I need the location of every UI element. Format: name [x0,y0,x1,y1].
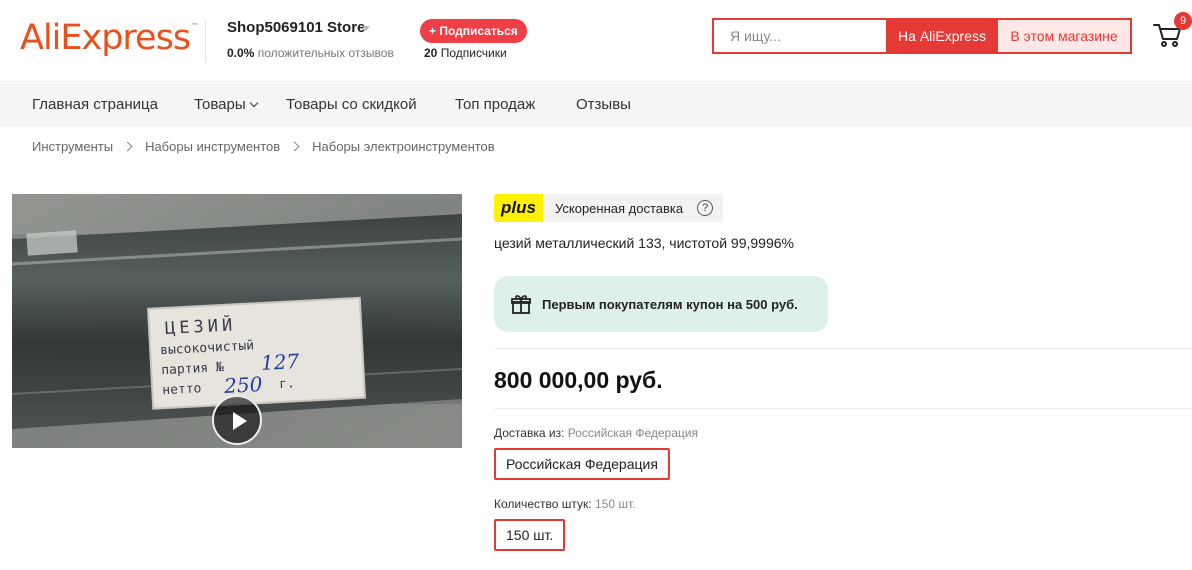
quantity-label: Количество штук: 150 шт. [494,497,636,511]
chevron-down-icon [249,98,258,108]
plus-delivery-badge: plus Ускоренная доставка ? [494,194,724,222]
coupon-banner[interactable]: Первым покупателям купон на 500 руб. [494,276,828,332]
divider [494,408,1192,409]
chevron-down-icon[interactable] [362,26,370,31]
coupon-text: Первым покупателям купон на 500 руб. [542,296,798,312]
cart-count-badge: 9 [1174,12,1192,30]
search-store-button[interactable]: В этом магазине [998,20,1130,52]
store-nav: Главная страница Товары Товары со скидко… [0,83,1192,127]
photo-handwritten-batch: 127 [260,349,300,375]
header-divider [205,20,206,62]
delivery-label: Ускоренная доставка [555,200,684,216]
product-price: 800 000,00 руб. [494,367,663,393]
ship-from-option[interactable]: Российская Федерация [494,448,670,480]
gift-icon [511,295,531,314]
plus-badge: plus [494,194,543,222]
product-video[interactable]: ЦЕЗИЙ высокочистый партия № нетто г. 127… [12,194,462,448]
ship-from-label: Доставка из: Российская Федерация [494,426,698,440]
breadcrumb-item[interactable]: Наборы электроинструментов [312,139,495,154]
nav-discounts[interactable]: Товары со скидкой [286,96,417,113]
store-rating: 0.0% положительных отзывов [227,46,394,60]
play-icon[interactable] [212,395,262,445]
store-header: AliExpress™ Shop5069101 Store 0.0% полож… [0,0,1192,82]
search-aliexpress-button[interactable]: На AliExpress [886,20,998,52]
chevron-right-icon [122,141,133,152]
photo-label-text: нетто [162,381,202,398]
subscribe-button[interactable]: + Подписаться [420,19,527,43]
nav-top-sales[interactable]: Топ продаж [455,96,535,113]
followers-count: 20 Подписчики [424,46,507,60]
quantity-option[interactable]: 150 шт. [494,519,566,551]
nav-home[interactable]: Главная страница [32,96,158,113]
divider [494,348,1192,349]
nav-reviews[interactable]: Отзывы [576,96,631,113]
breadcrumb-item[interactable]: Наборы инструментов [145,139,280,154]
photo-handwritten-weight: 250 [223,372,264,398]
product-title: цезий металлический 133, чистотой 99,999… [494,235,794,251]
store-name[interactable]: Shop5069101 Store [227,19,365,36]
help-icon[interactable]: ? [697,200,714,216]
chevron-right-icon [289,141,300,152]
search-input[interactable] [714,20,886,52]
aliexpress-logo[interactable]: AliExpress™ [20,18,198,58]
breadcrumb-item[interactable]: Инструменты [32,139,113,154]
search-bar: На AliExpress В этом магазине [712,18,1132,54]
breadcrumb: Инструменты Наборы инструментов Наборы э… [32,139,495,154]
photo-label-text: г. [279,376,295,392]
nav-products[interactable]: Товары [194,96,258,113]
